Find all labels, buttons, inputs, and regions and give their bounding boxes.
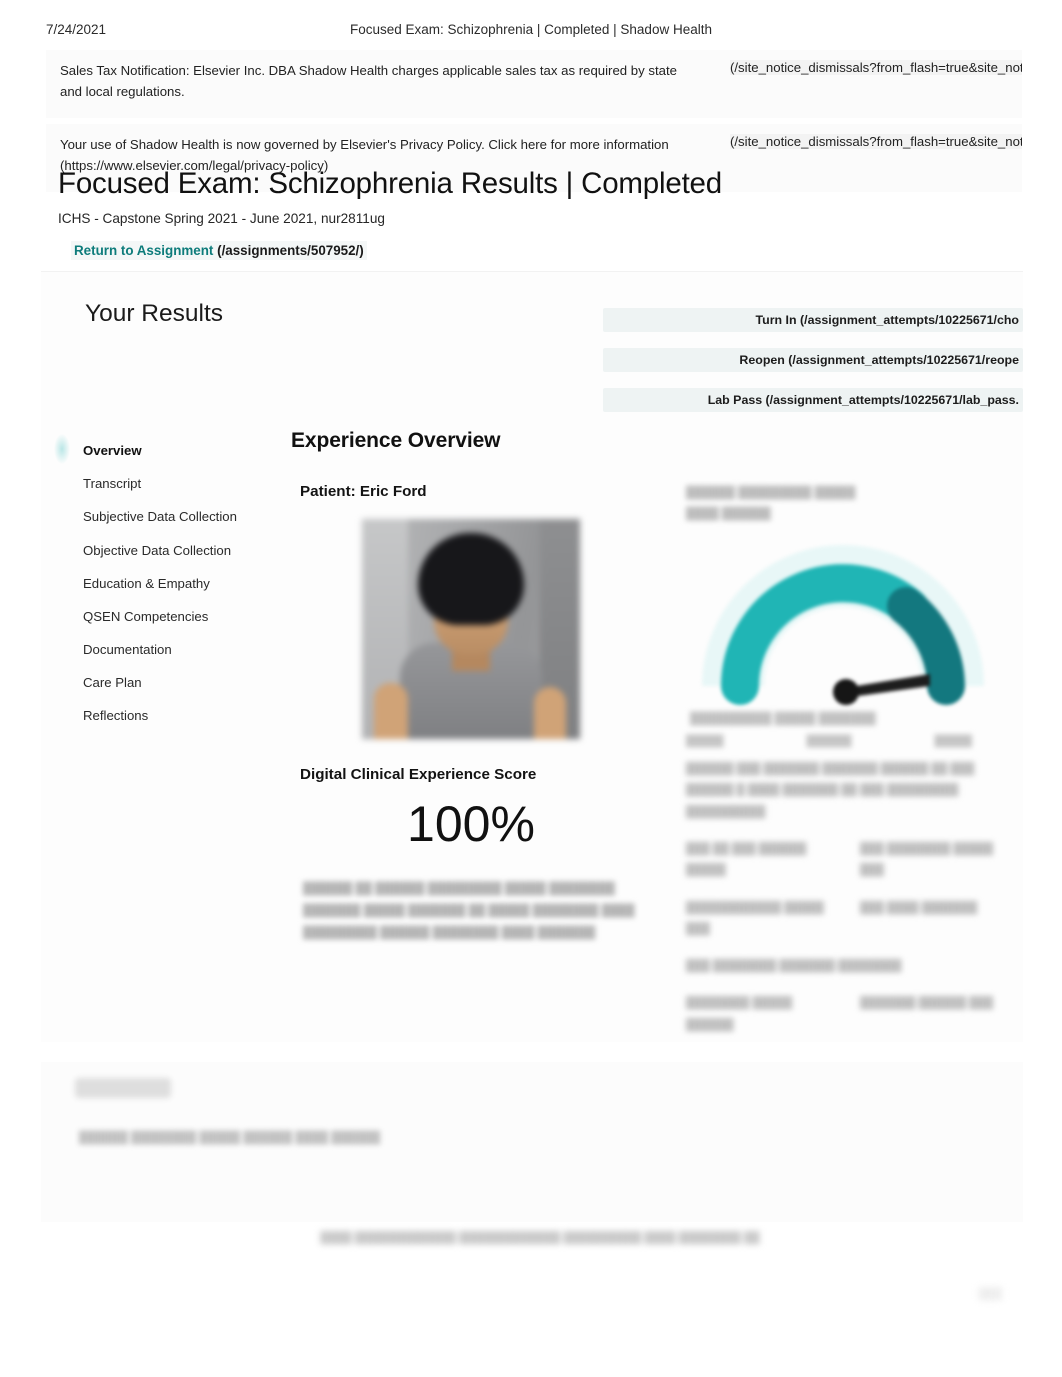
- gauge-tick-label-2: ██████: [806, 734, 852, 747]
- results-card-header: Your Results Turn In (/assignment_attemp…: [41, 272, 1023, 422]
- sidebar-item-overview-label: Overview: [83, 443, 142, 458]
- course-subtitle: ICHS - Capstone Spring 2021 - June 2021,…: [58, 211, 385, 227]
- site-notice-privacy-dismiss-link[interactable]: (/site_notice_dismissals?from_flash=true…: [730, 134, 1022, 149]
- performance-index-heading-redacted: ██████ █████████ █████ ████ ██████: [686, 487, 856, 521]
- sidebar-item-transcript-label: Transcript: [83, 476, 142, 492]
- gauge-tick-label-3: █████: [934, 734, 972, 747]
- dce-score-description-redacted: ██████ ██ ██████ █████████ █████ ███████…: [303, 882, 635, 940]
- sidebar-item-education-empathy-label: Education & Empathy: [83, 575, 210, 591]
- your-results-heading: Your Results: [85, 300, 224, 327]
- return-to-assignment-row[interactable]: Return to Assignment (/assignments/50795…: [71, 241, 367, 261]
- metric-cell-2-right-redacted: ███ ████ ███████: [860, 901, 978, 914]
- page-number-redacted: ███: [978, 1288, 1002, 1300]
- page-footer-redacted: ████ █████████████ █████████████ ███████…: [320, 1232, 760, 1244]
- return-to-assignment-link[interactable]: Return to Assignment: [74, 243, 213, 258]
- sidebar-item-reflections[interactable]: Reflections: [70, 699, 252, 732]
- metrics-row-2: ████████████ █████ ███ ███ ████ ███████: [686, 898, 1016, 941]
- reopen-button[interactable]: Reopen (/assignment_attempts/10225671/re…: [603, 348, 1023, 372]
- metric-cell-4-left-redacted: ████████ █████ ██████: [686, 997, 793, 1031]
- sidebar-item-objective-data-collection-label: Objective Data Collection: [83, 542, 232, 558]
- dce-score-label: Digital Clinical Experience Score: [300, 766, 537, 783]
- dce-score-value: 100%: [407, 796, 535, 852]
- gauge-caption-redacted: ██████████ █████ ███████: [690, 712, 876, 725]
- gauge-svg: [702, 544, 984, 705]
- overview-columns: Patient: Eric Ford Digital Clinical Expe…: [252, 483, 1013, 1043]
- metric-cell-1-right-redacted: ███ ████████ █████ ███: [860, 843, 994, 877]
- metric-cell-2-left-redacted: ████████████ █████ ███: [686, 901, 824, 935]
- site-notice-sales-tax: Sales Tax Notification: Elsevier Inc. DB…: [46, 50, 1022, 118]
- experience-overview-heading: Experience Overview: [291, 429, 501, 452]
- return-to-assignment-url: (/assignments/507952/): [217, 243, 364, 259]
- site-notice-sales-tax-dismiss-link[interactable]: (/site_notice_dismissals?from_flash=true…: [730, 60, 1022, 75]
- patient-name-label: Patient: Eric Ford: [300, 483, 427, 500]
- sidebar-item-overview[interactable]: Overview: [54, 434, 252, 467]
- gauge-tick-labels: █████ ██████ █████: [686, 735, 972, 747]
- patient-avatar: [362, 519, 580, 739]
- results-card-body: Overview Transcript Subjective Data Coll…: [41, 422, 1023, 1042]
- print-header: 7/24/2021 Focused Exam: Schizophrenia | …: [0, 22, 1062, 44]
- site-notice-sales-tax-text: Sales Tax Notification: Elsevier Inc. DB…: [60, 63, 677, 100]
- turn-in-button[interactable]: Turn In (/assignment_attempts/10225671/c…: [603, 308, 1023, 332]
- sidebar-item-subjective-data-collection-label: Subjective Data Collection: [83, 509, 237, 525]
- metric-cell-4-right-redacted: ███████ ██████ ███: [860, 997, 994, 1010]
- metrics-row-1: ███ ██ ███ ██████ █████ ███ ████████ ███…: [686, 839, 1016, 882]
- gauge-details-paragraph-redacted: ██████ ███ ███████ ███████ ██████ ██ ███…: [686, 762, 975, 818]
- sidebar-item-care-plan[interactable]: Care Plan: [70, 666, 252, 699]
- sidebar-item-subjective-data-collection[interactable]: Subjective Data Collection: [70, 500, 252, 533]
- sidebar-item-documentation[interactable]: Documentation: [70, 633, 252, 666]
- sidebar-item-objective-data-collection[interactable]: Objective Data Collection: [70, 534, 252, 567]
- sidebar-item-transcript[interactable]: Transcript: [70, 467, 252, 500]
- sidebar-item-qsen-competencies-label: QSEN Competencies: [83, 608, 209, 624]
- sidebar-item-education-empathy[interactable]: Education & Empathy: [70, 567, 252, 600]
- overview-panel: Experience Overview Patient: Eric Ford D…: [252, 422, 1013, 1042]
- metrics-row-3: ███ ████████ ███████ ████████: [686, 956, 1016, 977]
- gauge-needle: [833, 673, 930, 705]
- avatar-arm-right: [534, 687, 566, 739]
- metrics-row-4: ████████ █████ ██████ ███████ ██████ ███: [686, 993, 1016, 1036]
- metric-cell-1-left-redacted: ███ ██ ███ ██████ █████: [686, 843, 807, 877]
- page-title: Focused Exam: Schizophrenia Results | Co…: [58, 167, 722, 200]
- lower-section-text-redacted: ██████ ████████ █████ ██████ ████ ██████: [79, 1132, 381, 1144]
- overview-right-column: ██████ █████████ █████ ████ ██████ █████…: [672, 483, 1024, 1036]
- metric-cell-3-left-redacted: ███ ████████ ███████ ████████: [686, 960, 902, 973]
- results-card: Your Results Turn In (/assignment_attemp…: [41, 271, 1023, 1042]
- sidebar-item-qsen-competencies[interactable]: QSEN Competencies: [70, 600, 252, 633]
- avatar-arm-left: [374, 683, 408, 739]
- lower-section-card: ██████ ████████ █████ ██████ ████ ██████: [41, 1062, 1023, 1222]
- results-sidebar-nav: Overview Transcript Subjective Data Coll…: [54, 422, 252, 733]
- sidebar-item-reflections-label: Reflections: [83, 708, 149, 724]
- results-action-buttons: Turn In (/assignment_attempts/10225671/c…: [603, 308, 1023, 412]
- lower-section-badge-redacted: [75, 1078, 171, 1098]
- performance-gauge-chart: [678, 536, 1008, 716]
- lab-pass-button[interactable]: Lab Pass (/assignment_attempts/10225671/…: [603, 388, 1023, 412]
- overview-left-column: Patient: Eric Ford Digital Clinical Expe…: [291, 483, 651, 944]
- page-header: Focused Exam: Schizophrenia Results | Co…: [58, 166, 1008, 261]
- gauge-tick-label-1: █████: [686, 734, 724, 747]
- print-document-title: Focused Exam: Schizophrenia | Completed …: [350, 22, 712, 37]
- sidebar-item-documentation-label: Documentation: [83, 642, 172, 658]
- sidebar-item-care-plan-label: Care Plan: [83, 675, 142, 691]
- avatar-hair: [418, 533, 524, 625]
